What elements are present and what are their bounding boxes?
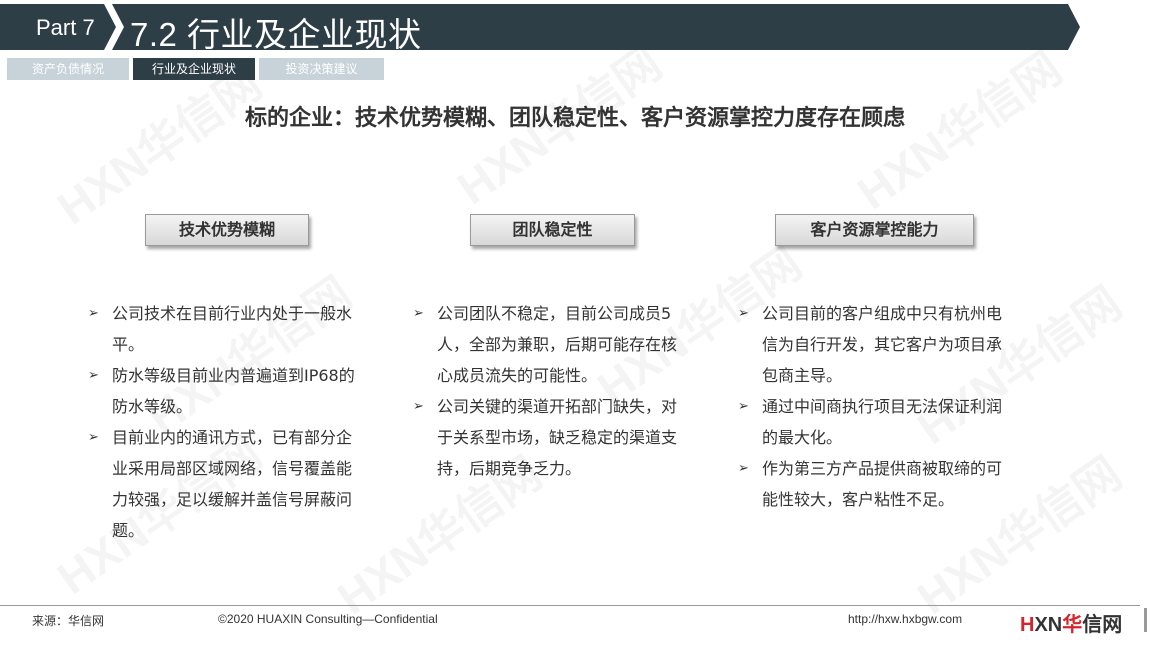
section-tabs: 资产负债情况 行业及企业现状 投资决策建议 [7, 58, 384, 80]
footer-source: 来源：华信网 [32, 614, 105, 628]
column-heading-team: 团队稳定性 [470, 214, 635, 246]
arrow-bullet-icon: ➢ [738, 306, 749, 321]
footer-copyright: ©2020 HUAXIN Consulting—Confidential [218, 612, 438, 626]
column-list-customer: ➢ 公司目前的客户组成中只有杭州电信为自行开发，其它客户为项目承包商主导。 ➢ 通过… [736, 298, 1016, 515]
arrow-bullet-icon: ➢ [413, 399, 424, 414]
arrow-bullet-icon: ➢ [88, 430, 99, 445]
arrow-bullet-icon: ➢ [88, 368, 99, 383]
column-list-tech: ➢ 公司技术在目前行业内处于一般水平。 ➢ 防水等级目前业内普遍道到IP68的防水等… [86, 298, 366, 546]
arrow-bullet-icon: ➢ [88, 306, 99, 321]
column-heading-tech: 技术优势模糊 [145, 214, 309, 246]
arrow-bullet-icon: ➢ [738, 461, 749, 476]
header-bar: Part 7 7.2 行业及企业现状 [0, 4, 1080, 53]
footer-divider [0, 605, 1140, 606]
list-item: ➢ 作为第三方产品提供商被取缔的可能性较大，客户粘性不足。 [736, 453, 1016, 515]
tab-investment-advice[interactable]: 投资决策建议 [259, 58, 384, 80]
list-item: ➢ 通过中间商执行项目无法保证利润的最大化。 [736, 391, 1016, 453]
column-list-team: ➢ 公司团队不稳定，目前公司成员5人，全部为兼职，后期可能存在核心成员流失的可能性… [411, 298, 691, 484]
list-item: ➢ 公司团队不稳定，目前公司成员5人，全部为兼职，后期可能存在核心成员流失的可能性… [411, 298, 691, 391]
arrow-bullet-icon: ➢ [738, 399, 749, 414]
arrow-bullet-icon: ➢ [413, 306, 424, 321]
brand-logo: HXN华信网 [1020, 614, 1123, 636]
part-label: Part 7 [36, 15, 95, 40]
list-item: ➢ 目前业内的通讯方式，已有部分企业采用局部区域网络，信号覆盖能力较强，足以缓解并… [86, 422, 366, 546]
tab-industry-status[interactable]: 行业及企业现状 [133, 58, 255, 80]
footer-url[interactable]: http://hxw.hxbgw.com [848, 612, 962, 626]
list-item: ➢ 公司关键的渠道开拓部门缺失，对于关系型市场，缺乏稳定的渠道支持，后期竞争乏力。 [411, 391, 691, 484]
page-title: 7.2 行业及企业现状 [130, 16, 422, 53]
list-item: ➢ 公司目前的客户组成中只有杭州电信为自行开发，其它客户为项目承包商主导。 [736, 298, 1016, 391]
column-heading-customer: 客户资源掌控能力 [775, 214, 974, 246]
edge-marker [1144, 608, 1147, 632]
tab-assets-liabilities[interactable]: 资产负债情况 [7, 58, 129, 80]
list-item: ➢ 防水等级目前业内普遍道到IP68的防水等级。 [86, 360, 366, 422]
list-item: ➢ 公司技术在目前行业内处于一般水平。 [86, 298, 366, 360]
slide-subtitle: 标的企业：技术优势模糊、团队稳定性、客户资源掌控力度存在顾虑 [244, 106, 905, 131]
